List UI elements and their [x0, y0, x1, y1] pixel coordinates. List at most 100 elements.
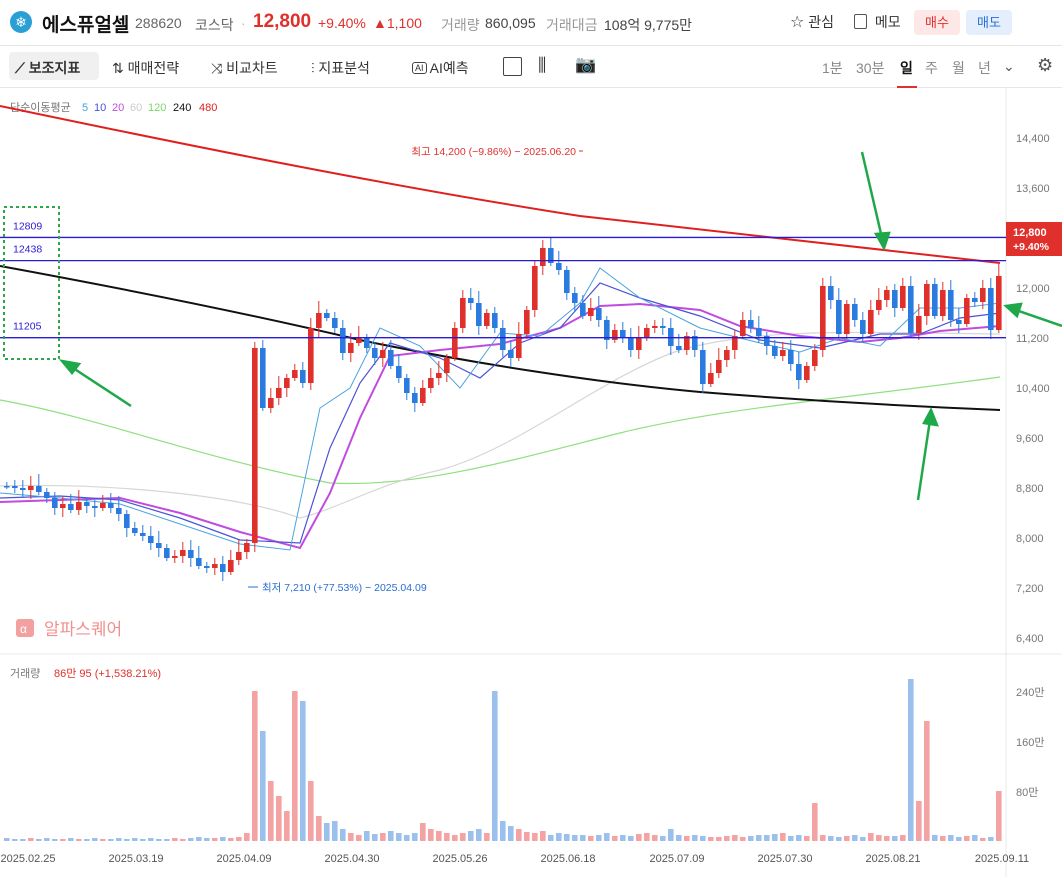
candle-body — [380, 350, 386, 358]
volume-bar — [92, 838, 98, 841]
ai-forecast-button[interactable]: AI AI예측 — [412, 58, 469, 78]
volume-bar — [692, 835, 698, 841]
volume-bar — [788, 836, 794, 841]
candle-body — [84, 502, 90, 506]
last-price: 12,800 — [1013, 227, 1047, 239]
volume-bar — [524, 832, 530, 841]
arrow-1 — [69, 364, 132, 408]
volume-bar — [604, 833, 610, 841]
ma-legend: 단순이동평균 5 10 20 60 120 240 480 — [10, 101, 217, 114]
candle-body — [52, 498, 58, 508]
period-week[interactable]: 주 — [925, 58, 938, 78]
candle-body — [588, 308, 594, 316]
alpha-logo-glyph: α — [20, 622, 27, 636]
candle-body — [948, 290, 954, 320]
candle-body — [660, 326, 666, 328]
camera-icon[interactable]: 📷 — [575, 55, 596, 75]
volume-bar — [212, 838, 218, 841]
candle-body — [908, 286, 914, 333]
volume-bar — [548, 835, 554, 841]
volume-bar — [948, 835, 954, 841]
candle-body — [500, 328, 506, 350]
sell-button[interactable]: 매도 — [966, 10, 1012, 35]
price-chart[interactable]: 단순이동평균 5 10 20 60 120 240 480 12809 12438… — [0, 88, 1062, 877]
indicator-button[interactable]: ⟋ 보조지표 — [15, 58, 80, 78]
volume-bar — [308, 781, 314, 841]
candle-body — [132, 528, 138, 533]
volume-bar — [244, 833, 250, 841]
watermark: 알파스퀘어 — [44, 620, 122, 639]
volume-bar — [628, 836, 634, 841]
volume-bar — [100, 839, 106, 841]
memo-button[interactable]: 메모 — [854, 12, 901, 32]
volume-bar — [484, 833, 490, 841]
date-tick-label: 2025.04.30 — [324, 853, 379, 865]
candle-body — [236, 552, 242, 560]
volume-bar — [124, 839, 130, 841]
stock-name[interactable]: 에스퓨얼셀 — [42, 10, 129, 37]
volume-value: 860,095 — [485, 15, 536, 31]
candle-body — [356, 338, 362, 343]
volume-bar — [708, 837, 714, 841]
candle-chart-icon[interactable]: ⫼ — [538, 55, 546, 76]
candle-body — [68, 504, 74, 510]
buy-button[interactable]: 매수 — [914, 10, 960, 35]
ma-legend-240: 240 — [173, 102, 191, 114]
date-tick-label: 2025.08.21 — [865, 853, 920, 865]
watch-button[interactable]: ☆ 관심 — [790, 12, 834, 32]
candle-body — [420, 388, 426, 403]
price-tick-label: 10,400 — [1016, 383, 1050, 395]
period-day[interactable]: 일 — [900, 58, 913, 78]
chart-type-square-icon[interactable] — [503, 57, 522, 76]
trade-value: 108억 9,775만 — [604, 17, 693, 33]
date-tick-label: 2025.05.26 — [432, 853, 487, 865]
candle-body — [268, 398, 274, 408]
volume-bar — [684, 836, 690, 841]
candle-body — [180, 550, 186, 556]
ma-legend-60: 60 — [130, 102, 142, 114]
candle-body — [140, 533, 146, 536]
ma-legend-120: 120 — [148, 102, 166, 114]
market-name: 코스닥 — [195, 17, 234, 33]
candle-body — [836, 300, 842, 334]
volume-bar — [620, 835, 626, 841]
volume-bar — [460, 833, 466, 841]
volume-bar — [988, 837, 994, 841]
volume-bar — [516, 829, 522, 841]
candle-body — [532, 266, 538, 310]
indicator-analysis-button[interactable]: ⫶ 지표분석 — [311, 58, 370, 78]
change-percent: +9.40% — [318, 15, 366, 31]
period-1min[interactable]: 1분 — [822, 58, 843, 78]
date-tick-label: 2025.02.25 — [0, 853, 55, 865]
period-30min[interactable]: 30분 — [856, 58, 884, 78]
period-month[interactable]: 월 — [952, 58, 965, 78]
candle-body — [4, 486, 10, 488]
volume-bar — [796, 835, 802, 841]
strategy-button[interactable]: ⇅ 매매전략 — [112, 58, 179, 78]
candle-body — [412, 393, 418, 403]
candle-body — [444, 358, 450, 373]
gear-icon[interactable]: ⚙ — [1037, 55, 1053, 76]
volume-bar — [420, 823, 426, 841]
candle-body — [996, 276, 1002, 330]
ma-120-line — [0, 376, 1001, 485]
candle-body — [820, 286, 826, 350]
period-year[interactable]: 년 — [978, 58, 991, 78]
candle-body — [292, 370, 298, 378]
volume-bar — [900, 835, 906, 841]
compare-chart-button[interactable]: ⤨ 비교차트 — [211, 58, 278, 78]
candle-body — [108, 503, 114, 508]
volume-bar — [52, 839, 58, 841]
volume-bars-group — [4, 679, 1002, 841]
volume-bar — [764, 835, 770, 841]
candle-body — [748, 320, 754, 328]
candle-body — [308, 328, 314, 383]
ma-legend-5: 5 — [82, 102, 88, 114]
candle-body — [644, 328, 650, 338]
volume-bar — [476, 829, 482, 841]
chevron-down-icon[interactable]: ⌄ — [1003, 58, 1015, 75]
price-tick-label: 11,200 — [1016, 333, 1049, 345]
volume-bar — [108, 839, 114, 841]
candle-body — [60, 504, 66, 508]
separator-dot: · — [241, 15, 246, 31]
